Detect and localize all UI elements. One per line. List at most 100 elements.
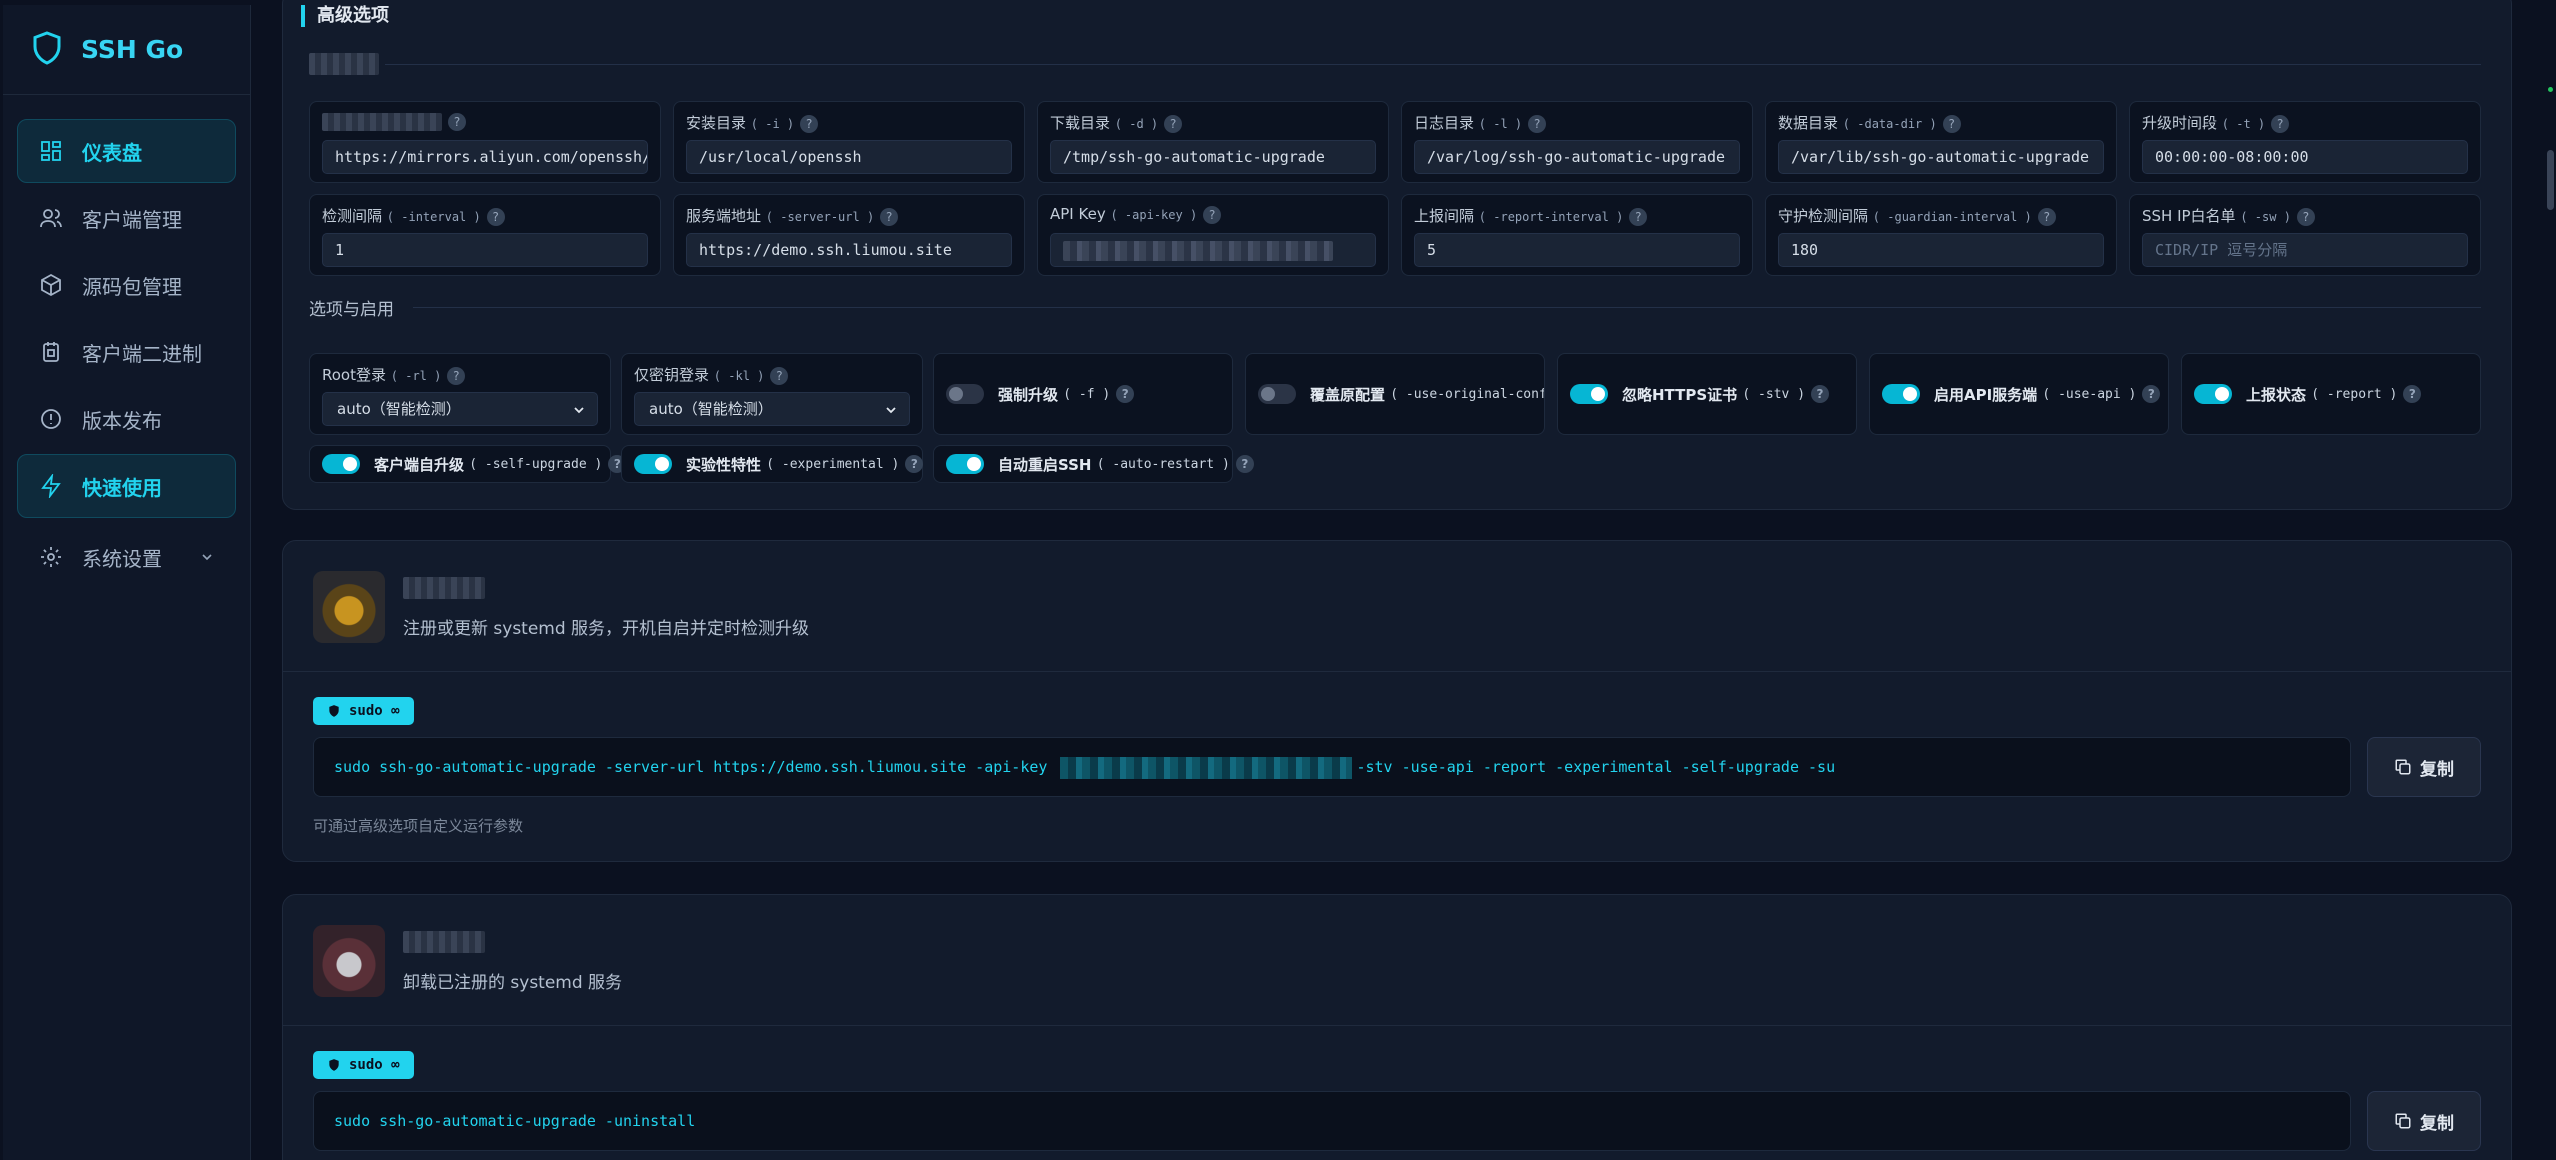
sidebar-item-quick-start[interactable]: 快速使用 bbox=[17, 454, 236, 518]
chevron-down-icon bbox=[202, 554, 212, 561]
help-icon[interactable]: ? bbox=[2403, 385, 2422, 403]
field-server-url: 服务端地址 ( -server-url )? https://demo.ssh.… bbox=[673, 194, 1025, 276]
options-section-title: 选项与启用 bbox=[309, 300, 394, 320]
field-guardian-interval: 守护检测间隔 ( -guardian-interval )? 180 bbox=[1765, 194, 2117, 276]
divider bbox=[283, 1025, 2511, 1026]
help-icon[interactable]: ? bbox=[1164, 114, 1183, 133]
blurred-api-key bbox=[1063, 240, 1333, 261]
users-icon bbox=[38, 205, 64, 231]
self-upgrade-option: 客户端自升级 ( -self-upgrade )? bbox=[309, 445, 627, 483]
auto-restart-option: 自动重启SSH ( -auto-restart )? bbox=[933, 445, 1254, 483]
help-icon[interactable]: ? bbox=[2271, 114, 2290, 133]
copy-uninstall-button[interactable]: 复制 bbox=[2367, 1091, 2481, 1151]
help-icon[interactable]: ? bbox=[1235, 455, 1254, 473]
uninstall-command-card: 卸载已注册的 systemd 服务 sudo ∞ sudo ssh-go-aut… bbox=[282, 894, 2512, 1160]
key-only-login-select[interactable]: auto（智能检测） bbox=[634, 392, 910, 426]
install-description: 注册或更新 systemd 服务，开机自启并定时检测升级 bbox=[403, 619, 810, 639]
sidebar-item-settings[interactable]: 系统设置 bbox=[17, 525, 236, 589]
report-interval-input[interactable]: 5 bbox=[1414, 233, 1740, 267]
copy-install-button[interactable]: 复制 bbox=[2367, 737, 2481, 797]
self-upgrade-toggle[interactable] bbox=[322, 454, 360, 474]
help-icon[interactable]: ? bbox=[2296, 207, 2315, 226]
dashboard-icon bbox=[38, 138, 64, 164]
install-dir-input[interactable]: /usr/local/openssh bbox=[686, 140, 1012, 174]
field-ssh-whitelist: SSH IP白名单 ( -sw )? CIDR/IP 逗号分隔 bbox=[2129, 194, 2481, 276]
help-icon[interactable]: ? bbox=[770, 366, 789, 385]
blurred-label bbox=[322, 112, 442, 131]
download-dir-input[interactable]: /tmp/ssh-go-automatic-upgrade bbox=[1050, 140, 1376, 174]
field-log-dir: 日志目录 ( -l )? /var/log/ssh-go-automatic-u… bbox=[1401, 101, 1753, 183]
help-icon[interactable]: ? bbox=[880, 207, 899, 226]
field-api-key: API Key ( -api-key )? bbox=[1037, 194, 1389, 276]
sidebar-item-label: 版本发布 bbox=[82, 408, 162, 433]
status-dot bbox=[2548, 87, 2553, 92]
field-mirror-url: ? https://mirrors.aliyun.com/openssh/por bbox=[309, 101, 661, 183]
install-command-box[interactable]: sudo ssh-go-automatic-upgrade -server-ur… bbox=[313, 737, 2351, 797]
help-icon[interactable]: ? bbox=[1203, 205, 1222, 224]
skip-tls-toggle[interactable] bbox=[1570, 384, 1608, 404]
help-icon[interactable]: ? bbox=[1942, 114, 1961, 133]
report-status-toggle[interactable] bbox=[2194, 384, 2232, 404]
experimental-toggle[interactable] bbox=[634, 454, 672, 474]
help-icon[interactable]: ? bbox=[905, 455, 924, 473]
sidebar-item-dashboard[interactable]: 仪表盘 bbox=[17, 119, 236, 183]
sidebar-item-label: 仪表盘 bbox=[82, 140, 142, 165]
server-url-input[interactable]: https://demo.ssh.liumou.site bbox=[686, 233, 1012, 267]
report-status-option: 上报状态 ( -report )? bbox=[2181, 353, 2481, 435]
override-config-toggle[interactable] bbox=[1258, 384, 1296, 404]
help-icon[interactable]: ? bbox=[1528, 114, 1547, 133]
help-icon[interactable]: ? bbox=[2142, 385, 2161, 403]
help-icon[interactable]: ? bbox=[1629, 207, 1648, 226]
sudo-badge: sudo ∞ bbox=[313, 1051, 414, 1079]
root-login-select[interactable]: auto（智能检测） bbox=[322, 392, 598, 426]
force-upgrade-option: 强制升级 ( -f )? bbox=[933, 353, 1233, 435]
help-icon[interactable]: ? bbox=[800, 114, 819, 133]
field-data-dir: 数据目录 ( -data-dir )? /var/lib/ssh-go-auto… bbox=[1765, 101, 2117, 183]
help-icon[interactable]: ? bbox=[1811, 385, 1830, 403]
upgrade-window-input[interactable]: 00:00:00-08:00:00 bbox=[2142, 140, 2468, 174]
sidebar-item-clients[interactable]: 客户端管理 bbox=[17, 186, 236, 250]
data-dir-input[interactable]: /var/lib/ssh-go-automatic-upgrade bbox=[1778, 140, 2104, 174]
help-icon[interactable]: ? bbox=[2037, 207, 2056, 226]
divider bbox=[283, 671, 2511, 672]
help-icon[interactable]: ? bbox=[486, 207, 505, 226]
auto-restart-toggle[interactable] bbox=[946, 454, 984, 474]
sidebar-item-label: 系统设置 bbox=[82, 546, 162, 571]
use-api-option: 启用API服务端 ( -use-api )? bbox=[1869, 353, 2169, 435]
scrollbar-thumb[interactable] bbox=[2547, 150, 2554, 210]
divider bbox=[413, 307, 2481, 308]
advanced-options-title: 高级选项 bbox=[301, 5, 389, 27]
advanced-options-card: 高级选项 ? https://mirrors.aliyun.com/openss… bbox=[282, 0, 2512, 510]
log-dir-input[interactable]: /var/log/ssh-go-automatic-upgrade bbox=[1414, 140, 1740, 174]
sidebar-item-label: 快速使用 bbox=[82, 475, 162, 500]
api-key-input[interactable] bbox=[1050, 233, 1376, 267]
blurred-card-title bbox=[403, 577, 485, 599]
uninstall-command-box[interactable]: sudo ssh-go-automatic-upgrade -uninstall bbox=[313, 1091, 2351, 1151]
force-upgrade-toggle[interactable] bbox=[946, 384, 984, 404]
guardian-interval-input[interactable]: 180 bbox=[1778, 233, 2104, 267]
interval-input[interactable]: 1 bbox=[322, 233, 648, 267]
shield-logo-icon bbox=[29, 30, 65, 70]
page-scrollbar[interactable] bbox=[2546, 70, 2556, 1160]
sidebar-item-packages[interactable]: 源码包管理 bbox=[17, 253, 236, 317]
sidebar: SSH Go 仪表盘 客户端管理 源码包管理 客户端二进制 版本发布 快速使用 bbox=[3, 5, 251, 1160]
brand[interactable]: SSH Go bbox=[3, 5, 250, 95]
sidebar-item-label: 客户端二进制 bbox=[82, 341, 202, 366]
sidebar-item-releases[interactable]: 版本发布 bbox=[17, 387, 236, 451]
blurred-section-heading bbox=[309, 53, 379, 75]
use-api-toggle[interactable] bbox=[1882, 384, 1920, 404]
ssh-whitelist-input[interactable]: CIDR/IP 逗号分隔 bbox=[2142, 233, 2468, 267]
install-command-card: 注册或更新 systemd 服务，开机自启并定时检测升级 sudo ∞ sudo… bbox=[282, 540, 2512, 862]
blurred-card-title bbox=[403, 931, 485, 953]
shield-icon bbox=[329, 705, 339, 717]
install-hint: 可通过高级选项自定义运行参数 bbox=[313, 817, 524, 835]
key-only-login-option: 仅密钥登录 ( -kl )? auto（智能检测） bbox=[621, 353, 923, 435]
help-icon[interactable]: ? bbox=[447, 366, 466, 385]
help-icon[interactable]: ? bbox=[1116, 385, 1135, 403]
brand-name: SSH Go bbox=[81, 35, 184, 64]
field-upgrade-window: 升级时间段 ( -t )? 00:00:00-08:00:00 bbox=[2129, 101, 2481, 183]
mirror-url-input[interactable]: https://mirrors.aliyun.com/openssh/por bbox=[322, 140, 648, 174]
help-icon[interactable]: ? bbox=[448, 112, 466, 131]
chevron-down-icon bbox=[886, 407, 896, 414]
sidebar-item-binaries[interactable]: 客户端二进制 bbox=[17, 320, 236, 384]
